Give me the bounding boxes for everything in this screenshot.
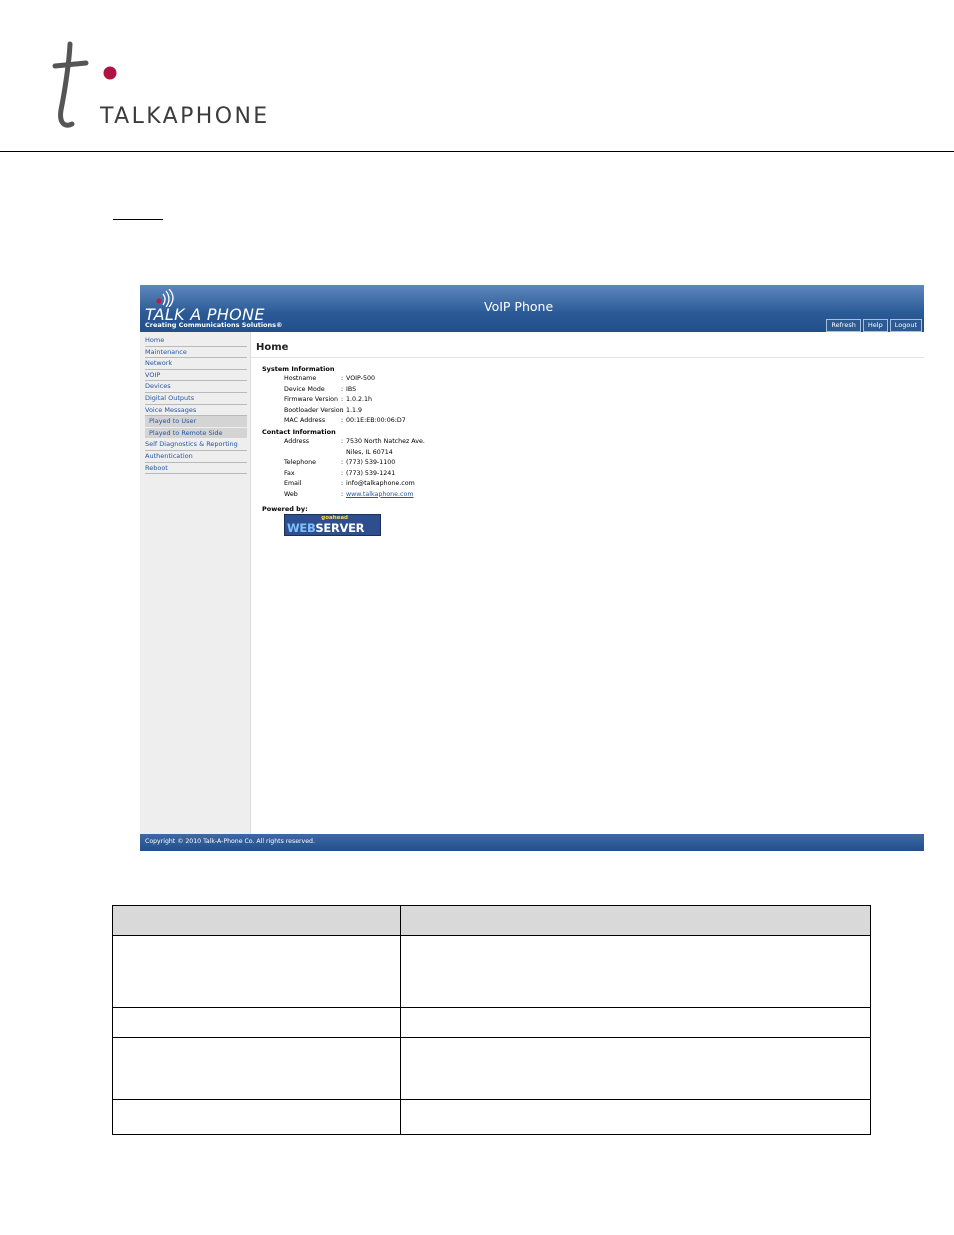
sidebar: Home Maintenance Network VOIP Devices Di… [140,332,251,834]
sidebar-item-home[interactable]: Home [145,335,247,347]
info-key: MAC Address [284,417,326,424]
sidebar-item-devices[interactable]: Devices [145,381,247,393]
sidebar-item-voip[interactable]: VOIP [145,370,247,382]
info-key: Device Mode [284,385,325,393]
table-header-row [112,905,871,936]
info-value: 1.0.2.1h [346,396,373,403]
brand-tagline: Creating Communications Solutions® [145,321,283,329]
contact-row-fax: Fax: (773) 539-1241 [284,469,395,479]
badge-word-server: SERVER [315,521,365,535]
info-value: IBS [346,385,357,393]
sidebar-item-self-diagnostics[interactable]: Self Diagnostics & Reporting [145,439,247,451]
section-underline [113,219,163,220]
window-title: VoIP Phone [484,299,554,314]
table-cell [400,935,871,1008]
sidebar-item-reboot[interactable]: Reboot [145,463,247,475]
info-key: Bootloader Version [284,406,344,414]
sidebar-item-authentication[interactable]: Authentication [145,451,247,463]
table-cell [112,1099,401,1135]
table-cell [400,1007,871,1038]
main-content: Home System Information Hostname: VOIP-50… [251,332,924,834]
info-key: Firmware Version [284,396,339,403]
sidebar-item-maintenance[interactable]: Maintenance [145,347,247,359]
table-row [112,1099,871,1135]
table-cell [400,1099,871,1135]
header-divider [0,151,954,152]
app-footer: Copyright © 2010 Talk-A-Phone Co. All ri… [140,834,924,851]
info-row-mac-address: MAC Address:00:1E:EB:00:06:D7 [284,416,406,426]
info-row-hostname: Hostname: VOIP-500 [284,374,375,384]
web-ui-screenshot: TALK A PHONE Creating Communications Sol… [140,285,924,851]
table-header-cell [400,905,871,936]
table-cell [112,935,401,1008]
description-table [112,905,871,1135]
info-row-bootloader-version: Bootloader Version: 1.1.9 [284,406,362,416]
system-info-heading: System Information [262,365,335,373]
info-row-device-mode: Device Mode: IBS [284,385,356,395]
table-cell [400,1037,871,1100]
contact-key: Web [284,490,298,498]
table-header-cell [112,905,401,936]
sidebar-item-digital-outputs[interactable]: Digital Outputs [145,393,247,405]
logout-button[interactable]: Logout [889,319,922,332]
contact-row-web: Web: www.talkaphone.com [284,490,414,500]
badge-word-web: WEB [287,521,316,535]
info-key: Hostname [284,375,317,382]
sidebar-item-voice-messages[interactable]: Voice Messages [145,405,247,417]
contact-value: (773) 539-1241 [346,469,396,477]
contact-value: 7530 North Natchez Ave. [346,438,425,445]
title-divider [251,357,924,358]
sidebar-item-played-to-user[interactable]: Played to User [145,416,247,428]
sidebar-item-network[interactable]: Network [145,358,247,370]
help-button[interactable]: Help [862,319,888,332]
contact-key: Address [284,438,310,445]
contact-key: Email [284,480,302,487]
contact-value: info@talkaphone.com [346,480,415,487]
contact-row-address-line2: Niles, IL 60714 [284,448,393,458]
contact-value: (773) 539-1100 [346,459,396,466]
contact-row-telephone: Telephone: (773) 539-1100 [284,458,395,468]
contact-row-address: Address:7530 North Natchez Ave. [284,437,425,447]
logo-wordmark: TALKAPHONE [100,104,270,129]
talkaphone-logo: TALKAPHONE [52,40,322,135]
info-value: 00:1E:EB:00:06:D7 [346,417,406,424]
app-header: TALK A PHONE Creating Communications Sol… [140,285,924,332]
table-cell [112,1007,401,1038]
table-row [112,1007,871,1038]
sidebar-item-played-to-remote-side[interactable]: Played to Remote Side [145,427,247,440]
table-cell [112,1037,401,1100]
copyright-text: Copyright © 2010 Talk-A-Phone Co. All ri… [145,838,315,845]
contact-value: Niles, IL 60714 [346,448,393,456]
page-title: Home [256,342,289,353]
info-value: 1.1.9 [346,406,363,414]
powered-by-label: Powered by: [262,505,308,513]
goahead-webserver-badge: goahead WEBSERVER [284,514,381,536]
contact-key: Fax [284,469,295,477]
contact-info-heading: Contact Information [262,428,336,436]
contact-key: Telephone [284,459,316,466]
refresh-button[interactable]: Refresh [826,319,861,332]
toolbar: Refresh Help Logout [826,319,922,332]
table-row [112,1037,871,1100]
website-link[interactable]: www.talkaphone.com [346,491,414,498]
info-value: VOIP-500 [346,375,375,382]
contact-row-email: Email: info@talkaphone.com [284,479,415,489]
table-row [112,935,871,1008]
info-row-firmware-version: Firmware Version:1.0.2.1h [284,395,372,405]
